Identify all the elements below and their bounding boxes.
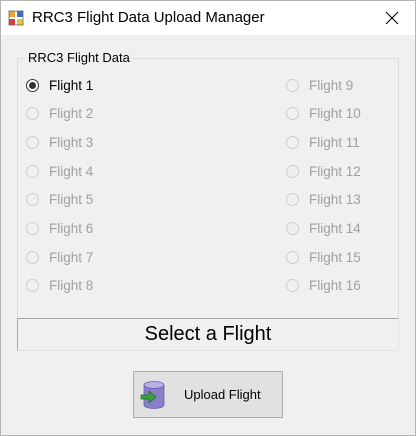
flight-radio-label: Flight 8 [49, 278, 94, 294]
status-display: Select a Flight [17, 318, 399, 351]
flight-radio-label: Flight 11 [309, 134, 360, 150]
flight-radio[interactable]: Flight 14 [286, 220, 361, 238]
radio-indicator[interactable] [26, 279, 39, 293]
flight-radio[interactable]: Flight 10 [286, 105, 361, 123]
flight-radio[interactable]: Flight 11 [286, 133, 360, 151]
radio-indicator[interactable] [26, 193, 39, 207]
flight-radio-label: Flight 4 [49, 163, 94, 179]
flight-radio[interactable]: Flight 4 [26, 162, 93, 180]
flight-radio[interactable]: Flight 1 [26, 76, 93, 94]
flight-radio-label: Flight 6 [49, 221, 94, 236]
radio-indicator[interactable] [286, 279, 299, 293]
radio-indicator[interactable] [286, 164, 299, 178]
flight-radio[interactable]: Flight 2 [26, 105, 93, 123]
upload-flight-button[interactable]: Upload Flight [133, 371, 283, 418]
radio-indicator[interactable] [26, 222, 39, 235]
flight-radio-label: Flight 5 [49, 192, 94, 208]
flight-radio-label: Flight 13 [309, 192, 361, 208]
app-window: RRC3 Flight Data Upload Manager RRC3 Fli… [0, 0, 416, 436]
flight-radio-label: Flight 16 [309, 278, 361, 294]
flight-radio[interactable]: Flight 3 [26, 133, 93, 151]
flight-radio-label: Flight 12 [309, 163, 361, 179]
radio-indicator[interactable] [286, 107, 299, 121]
flight-radio[interactable]: Flight 7 [26, 248, 93, 266]
close-icon [385, 11, 399, 25]
radio-indicator[interactable] [26, 164, 39, 178]
flight-radio-label: Flight 10 [309, 106, 361, 122]
title-bar[interactable]: RRC3 Flight Data Upload Manager [1, 1, 415, 35]
flight-radio[interactable]: Flight 12 [286, 162, 361, 180]
flight-radio-label: Flight 2 [49, 106, 94, 122]
flight-radio[interactable]: Flight 9 [286, 76, 353, 94]
flight-radio-label: Flight 3 [49, 134, 94, 150]
status-text: Select a Flight [144, 323, 272, 345]
radio-indicator[interactable] [26, 107, 39, 121]
radio-indicator[interactable] [26, 250, 39, 264]
flight-radio-label: Flight 9 [309, 77, 354, 93]
groupbox-legend: RRC3 Flight Data [25, 50, 133, 65]
radio-indicator[interactable] [286, 222, 299, 235]
close-button[interactable] [369, 1, 415, 35]
radio-indicator[interactable] [286, 193, 299, 207]
radio-checked-indicator[interactable] [26, 78, 39, 92]
client-area: RRC3 Flight Data Flight 1 Flight 2 Flight … [1, 35, 415, 435]
flight-radio[interactable]: Flight 16 [286, 277, 361, 295]
radio-indicator[interactable] [286, 78, 299, 92]
flight-radio-label: Flight 7 [49, 249, 94, 265]
flight-radio[interactable]: Flight 15 [286, 248, 361, 266]
flight-radio[interactable]: Flight 13 [286, 191, 361, 209]
radio-indicator[interactable] [286, 135, 299, 149]
flight-radio[interactable]: Flight 5 [26, 191, 93, 209]
flight-radio[interactable]: Flight 8 [26, 277, 93, 295]
flight-radio-label: Flight 14 [309, 221, 361, 236]
radio-indicator[interactable] [286, 250, 299, 264]
database-upload-icon [140, 380, 165, 409]
app-icon [8, 10, 24, 26]
flight-radio-label: Flight 1 [49, 77, 94, 93]
flight-radio[interactable]: Flight 6 [26, 220, 93, 238]
radio-indicator[interactable] [26, 135, 39, 149]
window-title: RRC3 Flight Data Upload Manager [32, 9, 265, 26]
flight-radio-label: Flight 15 [309, 249, 361, 265]
upload-button-label: Upload Flight [184, 387, 261, 402]
